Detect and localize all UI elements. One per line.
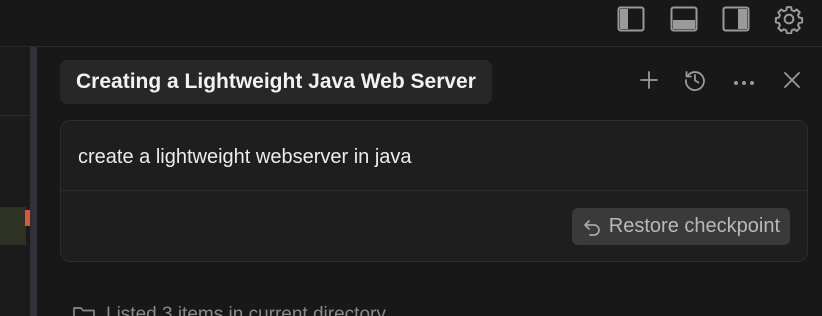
title-bar <box>0 0 822 47</box>
toggle-secondary-sidebar-icon[interactable] <box>722 5 750 33</box>
user-message-text: create a lightweight webserver in java <box>78 146 412 168</box>
toggle-primary-sidebar-icon[interactable] <box>617 5 645 33</box>
folder-icon <box>72 305 96 316</box>
chat-title[interactable]: Creating a Lightweight Java Web Server <box>60 60 492 104</box>
plus-icon <box>639 70 659 95</box>
gear-icon[interactable] <box>773 3 805 35</box>
tool-step-row[interactable]: Listed 3 items in current directory <box>72 304 386 316</box>
panel-resize-handle[interactable] <box>30 47 37 316</box>
new-chat-button[interactable] <box>634 67 664 97</box>
user-message-card[interactable]: create a lightweight webserver in java R… <box>60 120 808 262</box>
ide-window: Creating a Lightweight Java Web Server c… <box>0 0 822 316</box>
chat-history-button[interactable] <box>680 67 710 97</box>
history-icon <box>683 68 707 97</box>
toggle-panel-icon[interactable] <box>670 5 698 33</box>
undo-icon <box>582 217 602 237</box>
editor-edge <box>0 47 30 316</box>
tool-step-text: Listed 3 items in current directory <box>106 304 386 316</box>
chat-panel: Creating a Lightweight Java Web Server c… <box>37 47 822 316</box>
restore-checkpoint-button[interactable]: Restore checkpoint <box>571 208 790 245</box>
more-options-button[interactable] <box>729 67 759 97</box>
close-icon <box>783 71 801 94</box>
editor-highlight-line <box>0 207 26 245</box>
restore-checkpoint-label: Restore checkpoint <box>608 215 780 237</box>
close-chat-button[interactable] <box>777 67 807 97</box>
editor-tab-divider <box>0 115 30 116</box>
message-divider <box>61 190 807 191</box>
more-icon <box>733 73 755 91</box>
